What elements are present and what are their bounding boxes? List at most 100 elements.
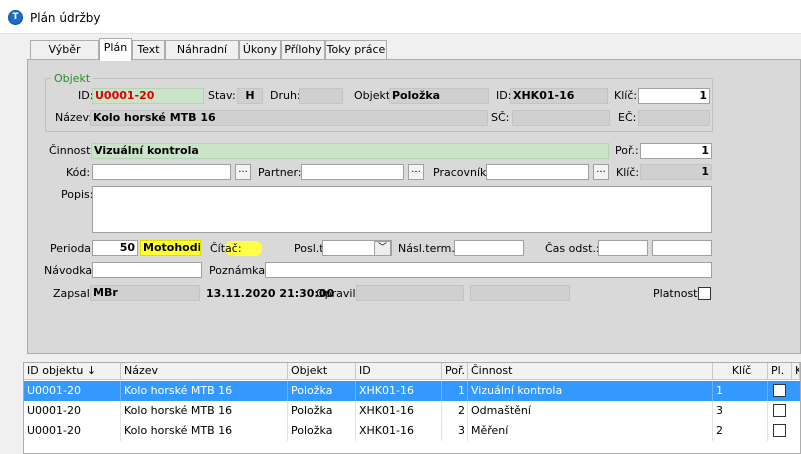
cell-cinnost: Vizuální kontrola bbox=[468, 381, 713, 401]
nasl-term-field[interactable] bbox=[454, 240, 524, 256]
cell-por: 1 bbox=[442, 381, 468, 401]
kod-label: Kód: bbox=[66, 166, 91, 179]
opravil-date-field[interactable] bbox=[470, 285, 570, 301]
window-title: Plán údržby bbox=[30, 11, 101, 25]
nazev-label: Název: bbox=[55, 111, 93, 124]
cell-por: 3 bbox=[442, 421, 468, 441]
id2-field[interactable]: XHK01-16 bbox=[510, 88, 608, 104]
por-field[interactable]: 1 bbox=[640, 143, 712, 159]
kod-browse-button[interactable]: ... bbox=[235, 164, 251, 180]
cell-klic: 3 bbox=[713, 401, 768, 421]
cell-id-objektu: U0001-20 bbox=[24, 421, 121, 441]
cell-objekt: Položka bbox=[288, 421, 356, 441]
tab-ukony[interactable]: Úkony bbox=[239, 40, 281, 60]
zapsal-field[interactable]: MBr bbox=[90, 285, 200, 301]
cas-odst-field-2[interactable] bbox=[652, 240, 712, 256]
cinnost-label: Činnost: bbox=[49, 144, 95, 157]
stav-label: Stav: bbox=[208, 89, 236, 102]
cell-objekt: Položka bbox=[288, 401, 356, 421]
druh-label: Druh: bbox=[270, 89, 301, 102]
col-header-id[interactable]: ID bbox=[356, 363, 442, 380]
ec-label: EČ: bbox=[618, 111, 637, 124]
table-row[interactable]: U0001-20 Kolo horské MTB 16 Položka XHK0… bbox=[24, 421, 800, 441]
cell-nazev: Kolo horské MTB 16 bbox=[121, 401, 288, 421]
cell-id-objektu: U0001-20 bbox=[24, 401, 121, 421]
cas-odst-field-1[interactable] bbox=[598, 240, 648, 256]
col-header-por[interactable]: Poř. ↓ bbox=[442, 363, 468, 380]
cell-nazev: Kolo horské MTB 16 bbox=[121, 421, 288, 441]
partner-browse-button[interactable]: ... bbox=[408, 164, 424, 180]
klic2-label: Klíč: bbox=[616, 166, 640, 179]
platnost-label: Platnost bbox=[653, 287, 698, 300]
col-header-nazev[interactable]: Název bbox=[121, 363, 288, 380]
cell-klic: 2 bbox=[713, 421, 768, 441]
col-header-objekt[interactable]: Objekt bbox=[288, 363, 356, 380]
kod-field[interactable] bbox=[92, 164, 231, 180]
zapsal-date: 13.11.2020 21:30:00 bbox=[206, 287, 335, 300]
cell-cinnost: Odmaštění bbox=[468, 401, 713, 421]
poznamka-label: Poznámka: bbox=[209, 264, 269, 277]
id-field[interactable]: U0001-20 bbox=[92, 88, 204, 104]
klic2-field[interactable]: 1 bbox=[640, 164, 712, 180]
pracovnik-browse-button[interactable]: ... bbox=[593, 164, 609, 180]
row-pl-checkbox[interactable] bbox=[773, 424, 786, 437]
objekt-group-title: Objekt bbox=[51, 72, 94, 85]
sc-label: SČ: bbox=[491, 111, 510, 124]
cas-odst-label: Čas odst.: bbox=[545, 242, 600, 255]
cell-klic: 1 bbox=[713, 381, 768, 401]
opravil-field[interactable] bbox=[356, 285, 464, 301]
pracovnik-label: Pracovník: bbox=[433, 166, 491, 179]
popis-label: Popis: bbox=[61, 188, 94, 201]
objekt-field[interactable]: Položka bbox=[389, 88, 489, 104]
cell-nazev: Kolo horské MTB 16 bbox=[121, 381, 288, 401]
cell-id: XHK01-16 bbox=[356, 401, 442, 421]
nazev-field[interactable]: Kolo horské MTB 16 bbox=[90, 110, 488, 126]
col-header-id-objektu[interactable]: ID objektu ↓ bbox=[24, 363, 121, 380]
partner-label: Partner: bbox=[258, 166, 302, 179]
druh-field[interactable] bbox=[299, 88, 343, 104]
cinnost-field[interactable]: Vizuální kontrola bbox=[91, 143, 609, 159]
ec-field[interactable] bbox=[638, 110, 710, 126]
col-header-cinnost[interactable]: Činnost bbox=[468, 363, 713, 380]
klic-label: Klíč: bbox=[614, 89, 638, 102]
table-row[interactable]: U0001-20 Kolo horské MTB 16 Položka XHK0… bbox=[24, 381, 800, 401]
por-label: Poř.: bbox=[615, 144, 639, 157]
platnost-checkbox[interactable] bbox=[698, 287, 711, 300]
tab-vyber[interactable]: Výběr (1/24) bbox=[30, 40, 99, 74]
perioda-field[interactable]: 50 bbox=[92, 240, 138, 256]
tab-prilohy[interactable]: Přílohy bbox=[281, 40, 325, 60]
row-pl-checkbox[interactable] bbox=[773, 384, 786, 397]
tab-plan[interactable]: Plán bbox=[99, 38, 132, 61]
pracovnik-field[interactable] bbox=[486, 164, 589, 180]
zapsal-label: Zapsal: bbox=[53, 287, 94, 300]
table-row[interactable]: U0001-20 Kolo horské MTB 16 Položka XHK0… bbox=[24, 401, 800, 421]
cell-por: 2 bbox=[442, 401, 468, 421]
tab-text[interactable]: Text bbox=[132, 40, 165, 60]
title-bar: T Plán údržby bbox=[0, 0, 801, 34]
plan-grid: ID objektu ↓ Název Objekt ID Poř. ↓ Činn… bbox=[23, 362, 801, 454]
col-header-k[interactable]: K bbox=[792, 363, 800, 380]
partner-field[interactable] bbox=[301, 164, 404, 180]
cell-id: XHK01-16 bbox=[356, 421, 442, 441]
col-header-klic[interactable]: Klíč bbox=[713, 363, 768, 380]
col-header-pl[interactable]: Pl. bbox=[768, 363, 792, 380]
sc-field[interactable] bbox=[512, 110, 610, 126]
posl-term-dropdown-icon[interactable]: ﹀ bbox=[374, 241, 391, 256]
cell-id: XHK01-16 bbox=[356, 381, 442, 401]
app-logo-icon: T bbox=[8, 10, 23, 25]
cell-objekt: Položka bbox=[288, 381, 356, 401]
tab-toky-prace[interactable]: Toky práce bbox=[325, 40, 387, 60]
poznamka-field[interactable] bbox=[265, 262, 712, 278]
tab-nahradni-dily[interactable]: Náhradní díly bbox=[165, 40, 239, 74]
stav-field[interactable]: H bbox=[237, 88, 263, 104]
klic-field[interactable]: 1 bbox=[638, 88, 710, 104]
perioda-label: Perioda: bbox=[50, 242, 95, 255]
popis-field[interactable] bbox=[92, 186, 712, 233]
navodka-label: Návodka: bbox=[44, 264, 96, 277]
row-pl-checkbox[interactable] bbox=[773, 404, 786, 417]
navodka-field[interactable] bbox=[92, 262, 202, 278]
citac-label: Čítač: bbox=[210, 242, 242, 255]
perioda-unit-field[interactable]: Motohodin bbox=[140, 240, 201, 256]
opravil-label: Opravil: bbox=[316, 287, 360, 300]
nasl-term-label: Násl.term.: bbox=[398, 242, 459, 255]
